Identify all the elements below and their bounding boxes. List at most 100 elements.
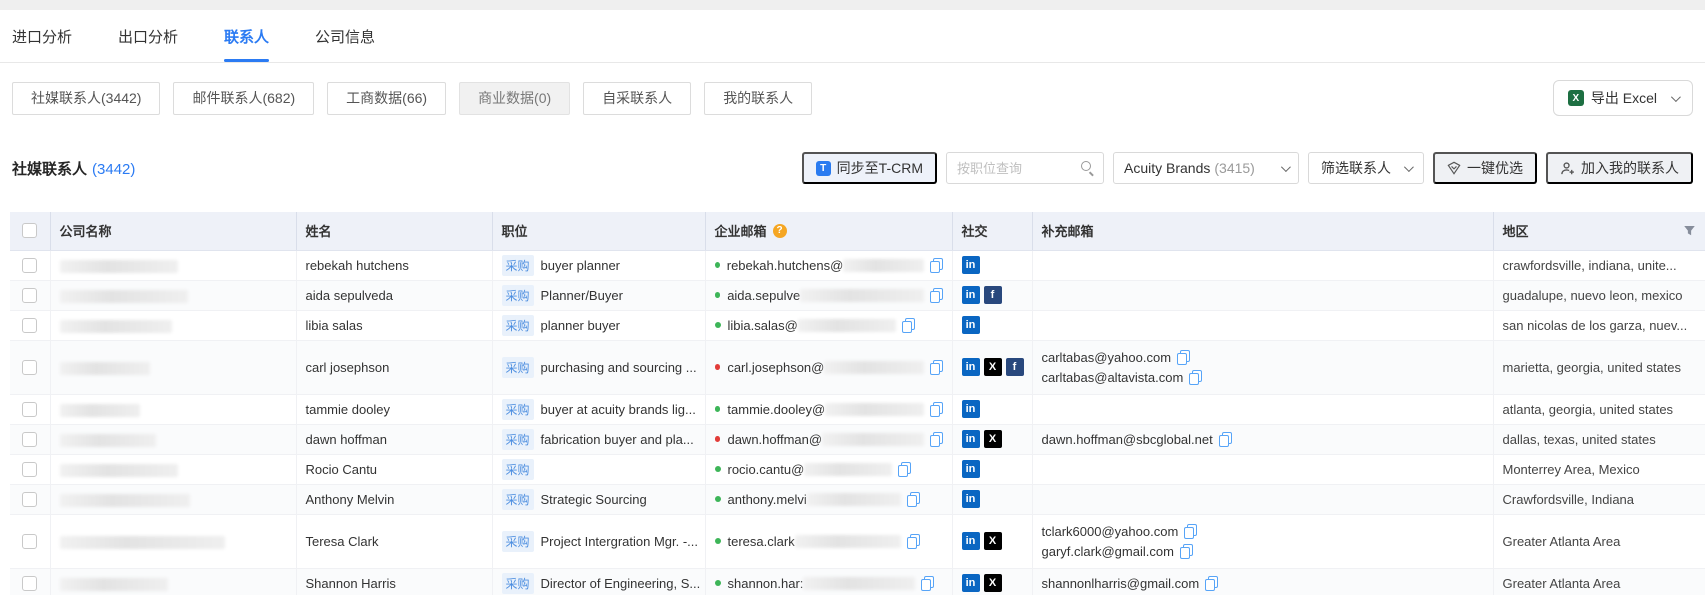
row-checkbox[interactable]	[22, 288, 37, 303]
row-checkbox[interactable]	[22, 492, 37, 507]
copy-icon[interactable]	[1184, 524, 1197, 539]
copy-icon[interactable]	[1219, 432, 1232, 447]
row-select-cell	[10, 424, 50, 454]
contact-name-cell: dawn hoffman	[296, 424, 492, 454]
region-cell: dallas, texas, united states	[1493, 424, 1705, 454]
email-visible-part: libia.salas@	[728, 318, 798, 333]
procurement-tag: 采购	[502, 255, 534, 276]
email-valid-dot	[715, 322, 721, 328]
social-cell: inX	[952, 514, 1032, 568]
copy-icon[interactable]	[1189, 370, 1202, 385]
filter-social-contacts-button[interactable]: 社媒联系人(3442)	[12, 82, 160, 115]
linkedin-icon[interactable]: in	[962, 532, 980, 550]
linkedin-icon[interactable]: in	[962, 400, 980, 418]
region-cell: Crawfordsville, Indiana	[1493, 484, 1705, 514]
email-valid-dot	[715, 466, 721, 472]
x-icon[interactable]: X	[984, 532, 1002, 550]
select-all-checkbox[interactable]	[22, 223, 37, 238]
extra-email-cell: carltabas@yahoo.comcarltabas@altavista.c…	[1032, 340, 1493, 394]
row-checkbox[interactable]	[22, 462, 37, 477]
tab-company-info[interactable]: 公司信息	[315, 10, 375, 62]
filter-business-registry-button[interactable]: 工商数据(66)	[327, 82, 446, 115]
copy-icon[interactable]	[898, 462, 911, 477]
export-excel-button[interactable]: X 导出 Excel	[1553, 80, 1693, 116]
facebook-icon[interactable]: f	[1006, 358, 1024, 376]
row-checkbox[interactable]	[22, 258, 37, 273]
company-email-cell: aida.sepulve	[705, 280, 952, 310]
filter-self-collected-button[interactable]: 自采联系人	[583, 82, 691, 115]
row-select-cell	[10, 568, 50, 595]
table-row: Anthony Melvin采购Strategic Sourcinganthon…	[10, 484, 1705, 514]
row-select-cell	[10, 454, 50, 484]
row-checkbox[interactable]	[22, 432, 37, 447]
x-icon[interactable]: X	[984, 430, 1002, 448]
copy-icon[interactable]	[921, 576, 934, 591]
copy-icon[interactable]	[902, 318, 915, 333]
linkedin-icon[interactable]: in	[962, 256, 980, 274]
linkedin-icon[interactable]: in	[962, 358, 980, 376]
copy-icon[interactable]	[907, 492, 920, 507]
redacted-company-name	[60, 464, 178, 477]
search-icon[interactable]	[1081, 161, 1095, 175]
copy-icon[interactable]	[1177, 350, 1190, 365]
redacted-company-name	[60, 290, 188, 303]
add-to-my-contacts-button[interactable]: 加入我的联系人	[1546, 152, 1693, 184]
region-text: Crawfordsville, Indiana	[1503, 492, 1635, 507]
linkedin-icon[interactable]: in	[962, 574, 980, 592]
extra-email-text: tclark6000@yahoo.com	[1042, 524, 1179, 539]
social-cell: in	[952, 250, 1032, 280]
extra-email-text: shannonlharris@gmail.com	[1042, 576, 1200, 591]
tab-import-analysis[interactable]: 进口分析	[12, 10, 72, 62]
col-header-position: 职位	[492, 212, 705, 250]
position-title: buyer at acuity brands lig...	[541, 402, 696, 417]
company-email-cell: tammie.dooley@	[705, 394, 952, 424]
row-checkbox[interactable]	[22, 318, 37, 333]
copy-icon[interactable]	[907, 534, 920, 549]
copy-icon[interactable]	[930, 258, 943, 273]
linkedin-icon[interactable]: in	[962, 430, 980, 448]
table-header-row: 公司名称 姓名 职位 企业邮箱 ? 社交 补充邮箱 地区	[10, 212, 1705, 250]
row-checkbox[interactable]	[22, 534, 37, 549]
region-text: dallas, texas, united states	[1503, 432, 1656, 447]
row-checkbox[interactable]	[22, 402, 37, 417]
sync-to-tcrm-button[interactable]: T 同步至T-CRM	[802, 152, 937, 184]
row-checkbox[interactable]	[22, 360, 37, 375]
filter-commercial-data-button[interactable]: 商业数据(0)	[459, 82, 570, 115]
company-email-cell: dawn.hoffman@	[705, 424, 952, 454]
company-select[interactable]: Acuity Brands (3415)	[1113, 152, 1299, 184]
copy-icon[interactable]	[1180, 544, 1193, 559]
position-cell: 采购purchasing and sourcing ...	[492, 340, 705, 394]
help-icon[interactable]: ?	[773, 224, 787, 238]
linkedin-icon[interactable]: in	[962, 316, 980, 334]
social-cell: inX	[952, 424, 1032, 454]
extra-email-cell: tclark6000@yahoo.comgaryf.clark@gmail.co…	[1032, 514, 1493, 568]
copy-icon[interactable]	[930, 360, 943, 375]
filter-funnel-icon[interactable]	[1683, 224, 1696, 237]
row-select-cell	[10, 250, 50, 280]
extra-email-item: tclark6000@yahoo.com	[1042, 521, 1484, 541]
row-checkbox[interactable]	[22, 576, 37, 591]
copy-icon[interactable]	[930, 288, 943, 303]
filter-mail-contacts-button[interactable]: 邮件联系人(682)	[173, 82, 314, 115]
linkedin-icon[interactable]: in	[962, 460, 980, 478]
x-icon[interactable]: X	[984, 574, 1002, 592]
facebook-icon[interactable]: f	[984, 286, 1002, 304]
linkedin-icon[interactable]: in	[962, 286, 980, 304]
contact-name-cell: Shannon Harris	[296, 568, 492, 595]
filter-contacts-button[interactable]: 筛选联系人	[1308, 152, 1424, 184]
copy-icon[interactable]	[930, 402, 943, 417]
company-email-cell: shannon.har:	[705, 568, 952, 595]
row-select-cell	[10, 484, 50, 514]
copy-icon[interactable]	[930, 432, 943, 447]
x-icon[interactable]: X	[984, 358, 1002, 376]
filter-my-contacts-button[interactable]: 我的联系人	[704, 82, 812, 115]
linkedin-icon[interactable]: in	[962, 490, 980, 508]
region-text: guadalupe, nuevo leon, mexico	[1503, 288, 1683, 303]
one-click-select-button[interactable]: 一键优选	[1433, 152, 1537, 184]
tab-export-analysis[interactable]: 出口分析	[118, 10, 178, 62]
extra-email-cell	[1032, 280, 1493, 310]
table-row: rebekah hutchens采购buyer plannerrebekah.h…	[10, 250, 1705, 280]
copy-icon[interactable]	[1205, 576, 1218, 591]
tab-contacts[interactable]: 联系人	[224, 10, 269, 62]
procurement-tag: 采购	[502, 459, 534, 480]
